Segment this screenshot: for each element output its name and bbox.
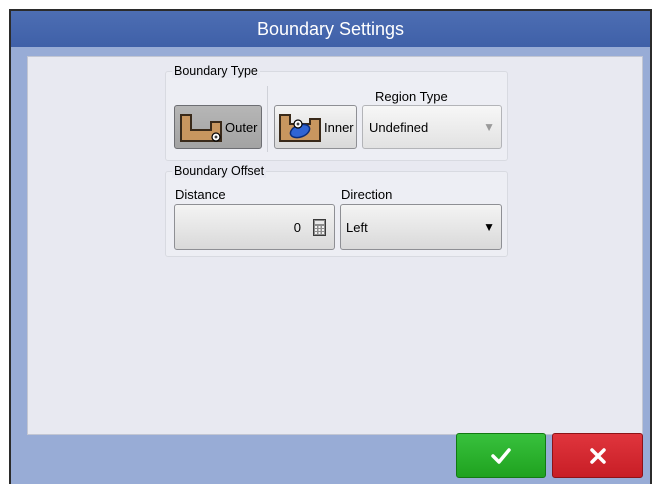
boundary-type-legend: Boundary Type xyxy=(172,64,260,78)
inner-label: Inner xyxy=(324,120,354,135)
dialog-title: Boundary Settings xyxy=(11,11,650,47)
inner-boundary-icon xyxy=(279,114,321,142)
outer-boundary-icon xyxy=(180,114,222,142)
checkmark-icon xyxy=(491,447,511,464)
chevron-down-icon: ▼ xyxy=(483,120,495,134)
ok-button[interactable] xyxy=(456,433,546,478)
region-type-value: Undefined xyxy=(369,120,429,135)
calculator-icon xyxy=(313,219,326,236)
group-divider xyxy=(267,86,268,152)
chevron-down-icon: ▼ xyxy=(483,220,495,234)
distance-value: 0 xyxy=(293,220,301,235)
direction-value: Left xyxy=(346,220,368,235)
content-panel: Boundary Type Outer Inner Region Type Un… xyxy=(27,56,643,435)
boundary-settings-dialog: Boundary Settings Boundary Type Outer In… xyxy=(9,9,652,484)
region-type-label: Region Type xyxy=(375,89,448,104)
cancel-button[interactable] xyxy=(552,433,643,478)
direction-label: Direction xyxy=(341,187,393,202)
direction-dropdown[interactable]: Left ▼ xyxy=(340,204,502,250)
distance-input[interactable]: 0 xyxy=(174,204,335,250)
boundary-offset-legend: Boundary Offset xyxy=(172,164,267,178)
boundary-offset-group: Boundary Offset Distance 0 Direction Lef… xyxy=(165,164,508,257)
boundary-type-group: Boundary Type Outer Inner Region Type Un… xyxy=(165,64,508,161)
inner-boundary-button[interactable]: Inner xyxy=(274,105,357,149)
region-type-dropdown[interactable]: Undefined ▼ xyxy=(362,105,502,149)
outer-label: Outer xyxy=(225,120,258,135)
x-icon xyxy=(589,447,606,464)
distance-label: Distance xyxy=(175,187,226,202)
outer-boundary-button[interactable]: Outer xyxy=(174,105,262,149)
